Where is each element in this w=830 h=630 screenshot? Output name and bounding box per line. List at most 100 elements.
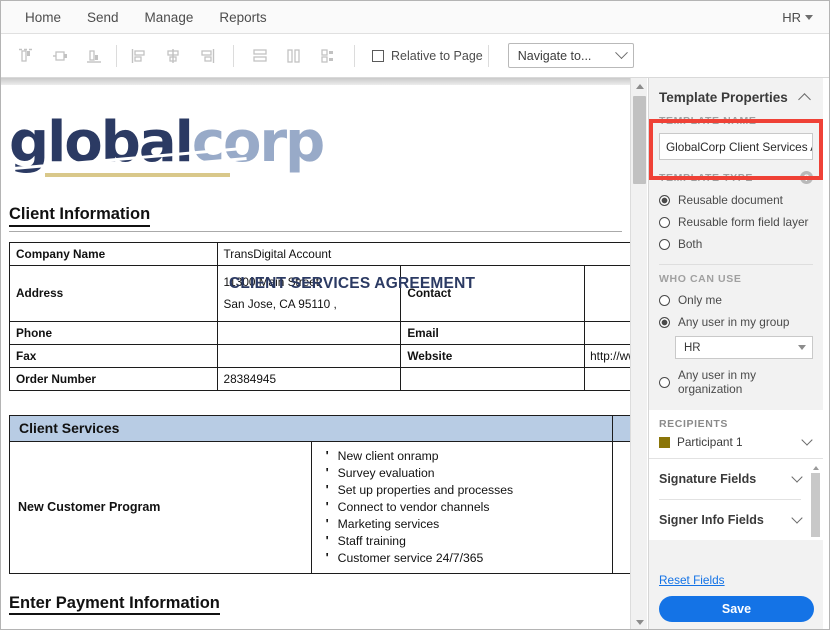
- radio-any-user-in-my-organization[interactable]: Any user in my organization: [649, 364, 823, 400]
- align-top-button[interactable]: [9, 41, 43, 71]
- radio-label: Reusable form field layer: [678, 215, 809, 229]
- cell-value-blank[interactable]: [584, 366, 630, 391]
- cell-investment-amount: $ 11000.00: [612, 440, 630, 574]
- cell-label-phone: Phone: [9, 320, 218, 345]
- radio-button-icon: [659, 216, 670, 228]
- table-row: Order Number 28384945: [9, 366, 630, 391]
- template-name-value: GlobalCorp Client Services Ag: [666, 139, 813, 154]
- application-window: Home Send Manage Reports HR Relative to …: [0, 0, 830, 630]
- scroll-up-button[interactable]: [631, 78, 648, 94]
- chevron-down-icon: [614, 46, 628, 60]
- scroll-up-button[interactable]: [811, 463, 820, 472]
- radio-label: Only me: [678, 293, 722, 307]
- recipients-label: RECIPIENTS: [659, 418, 729, 430]
- reset-fields-link[interactable]: Reset Fields: [649, 561, 823, 587]
- header-investment: Investment: [612, 414, 630, 442]
- recipient-item[interactable]: Participant 1: [649, 430, 823, 449]
- radio-button-icon: [659, 376, 670, 388]
- chevron-up-icon[interactable]: [798, 93, 811, 106]
- group-select-value: HR: [684, 341, 701, 354]
- template-type-label: TEMPLATE TYPE: [659, 171, 753, 184]
- align-left-button[interactable]: [122, 41, 156, 71]
- cell-value-website[interactable]: http://www.transdigitalcorp.co: [584, 343, 630, 368]
- menu-item-manage[interactable]: Manage: [133, 4, 206, 31]
- chevron-down-icon[interactable]: [791, 471, 803, 483]
- checkbox-box-icon: [372, 49, 384, 62]
- cell-value-address[interactable]: 11300 Main Street San Jose, CA 95110 ,: [216, 265, 402, 322]
- list-item: Customer service 24/7/365: [322, 550, 605, 567]
- document-scrollbar[interactable]: [630, 78, 648, 629]
- radio-reusable-form-field-layer[interactable]: Reusable form field layer: [649, 211, 823, 233]
- panel-divider: [659, 264, 813, 265]
- distribute-vertical-button[interactable]: [243, 41, 277, 71]
- document-viewer[interactable]: globalcorp CLIENT SERVICES AGREEMENT Cli…: [1, 78, 630, 629]
- menu-item-send[interactable]: Send: [75, 4, 131, 31]
- toolbar-divider-3: [354, 44, 355, 67]
- radio-button-icon: [659, 194, 670, 206]
- triangle-up-icon: [635, 83, 644, 89]
- relative-to-page-label: Relative to Page: [391, 48, 483, 63]
- cell-value-email[interactable]: [584, 320, 630, 345]
- panel-title-label: Template Properties: [659, 90, 788, 105]
- menu-item-home[interactable]: Home: [13, 4, 73, 31]
- recipient-color-swatch: [659, 436, 670, 448]
- radio-button-icon: [659, 294, 670, 306]
- fields-scrollbar[interactable]: [811, 463, 820, 567]
- size-match-button[interactable]: [311, 41, 345, 71]
- client-information-heading: Client Information: [9, 205, 151, 227]
- template-name-input[interactable]: GlobalCorp Client Services Ag: [659, 133, 813, 160]
- toolbar-divider-2: [233, 44, 234, 67]
- triangle-down-icon: [635, 619, 644, 625]
- align-center-button[interactable]: [156, 41, 190, 71]
- cell-label-fax: Fax: [9, 343, 218, 368]
- menu-bar: Home Send Manage Reports HR: [1, 1, 829, 34]
- radio-label: Both: [678, 237, 703, 251]
- alignment-toolbar: Relative to Page Navigate to...: [1, 34, 829, 78]
- align-right-icon: [201, 48, 215, 63]
- scroll-down-button[interactable]: [631, 614, 648, 629]
- payment-information-heading: Enter Payment Information: [9, 594, 220, 615]
- user-menu[interactable]: HR: [782, 10, 829, 25]
- cell-service-bullets: New client onramp Survey evaluation Set …: [310, 440, 614, 574]
- list-item: New client onramp: [322, 448, 605, 465]
- panel-header[interactable]: Template Properties: [649, 78, 823, 115]
- navigate-to-select[interactable]: Navigate to...: [507, 43, 634, 68]
- align-bottom-button[interactable]: [77, 41, 111, 71]
- save-button[interactable]: Save: [659, 596, 814, 622]
- company-logo: globalcorp: [9, 115, 349, 183]
- document-page: globalcorp CLIENT SERVICES AGREEMENT Cli…: [1, 85, 630, 615]
- list-item: Marketing services: [322, 516, 605, 533]
- template-name-label: TEMPLATE NAME: [659, 115, 757, 127]
- group-select[interactable]: HR: [675, 336, 813, 359]
- chevron-down-icon[interactable]: [801, 434, 813, 446]
- radio-label: Any user in my group: [678, 315, 790, 329]
- signer-info-fields-group[interactable]: Signer Info Fields: [649, 500, 823, 540]
- distribute-vertical-icon: [253, 48, 267, 62]
- relative-to-page-checkbox[interactable]: Relative to Page: [372, 49, 483, 63]
- radio-both[interactable]: Both: [649, 233, 823, 255]
- fields-section: Signature Fields Signer Info Fields: [649, 458, 823, 540]
- service-bullet-list: New client onramp Survey evaluation Set …: [322, 448, 605, 567]
- help-icon[interactable]: ?: [800, 171, 813, 184]
- radio-any-user-in-my-group[interactable]: Any user in my group: [649, 311, 823, 333]
- radio-only-me[interactable]: Only me: [649, 289, 823, 311]
- cell-value-order-number[interactable]: 28384945: [216, 366, 402, 391]
- cell-value-company-name[interactable]: TransDigital Account: [216, 242, 630, 266]
- table-row: Fax Website http://www.transdigitalcorp.…: [9, 343, 630, 368]
- radio-reusable-document[interactable]: Reusable document: [649, 189, 823, 211]
- scrollbar-thumb[interactable]: [633, 96, 646, 184]
- radio-label: Reusable document: [678, 193, 783, 207]
- cell-value-fax[interactable]: [216, 343, 402, 368]
- distribute-horizontal-button[interactable]: [277, 41, 311, 71]
- scrollbar-thumb[interactable]: [811, 473, 820, 537]
- table-row: Address 11300 Main Street San Jose, CA 9…: [9, 265, 630, 322]
- signature-fields-group[interactable]: Signature Fields: [649, 459, 823, 499]
- chevron-down-icon[interactable]: [791, 512, 803, 524]
- menu-item-reports[interactable]: Reports: [207, 4, 278, 31]
- cell-value-contact[interactable]: [584, 265, 630, 322]
- client-information-table: Company Name TransDigital Account Addres…: [9, 242, 630, 391]
- align-middle-horizontal-button[interactable]: [43, 41, 77, 71]
- align-right-button[interactable]: [190, 41, 224, 71]
- cell-value-phone[interactable]: [216, 320, 402, 345]
- table-row: New Customer Program New client onramp S…: [9, 440, 630, 574]
